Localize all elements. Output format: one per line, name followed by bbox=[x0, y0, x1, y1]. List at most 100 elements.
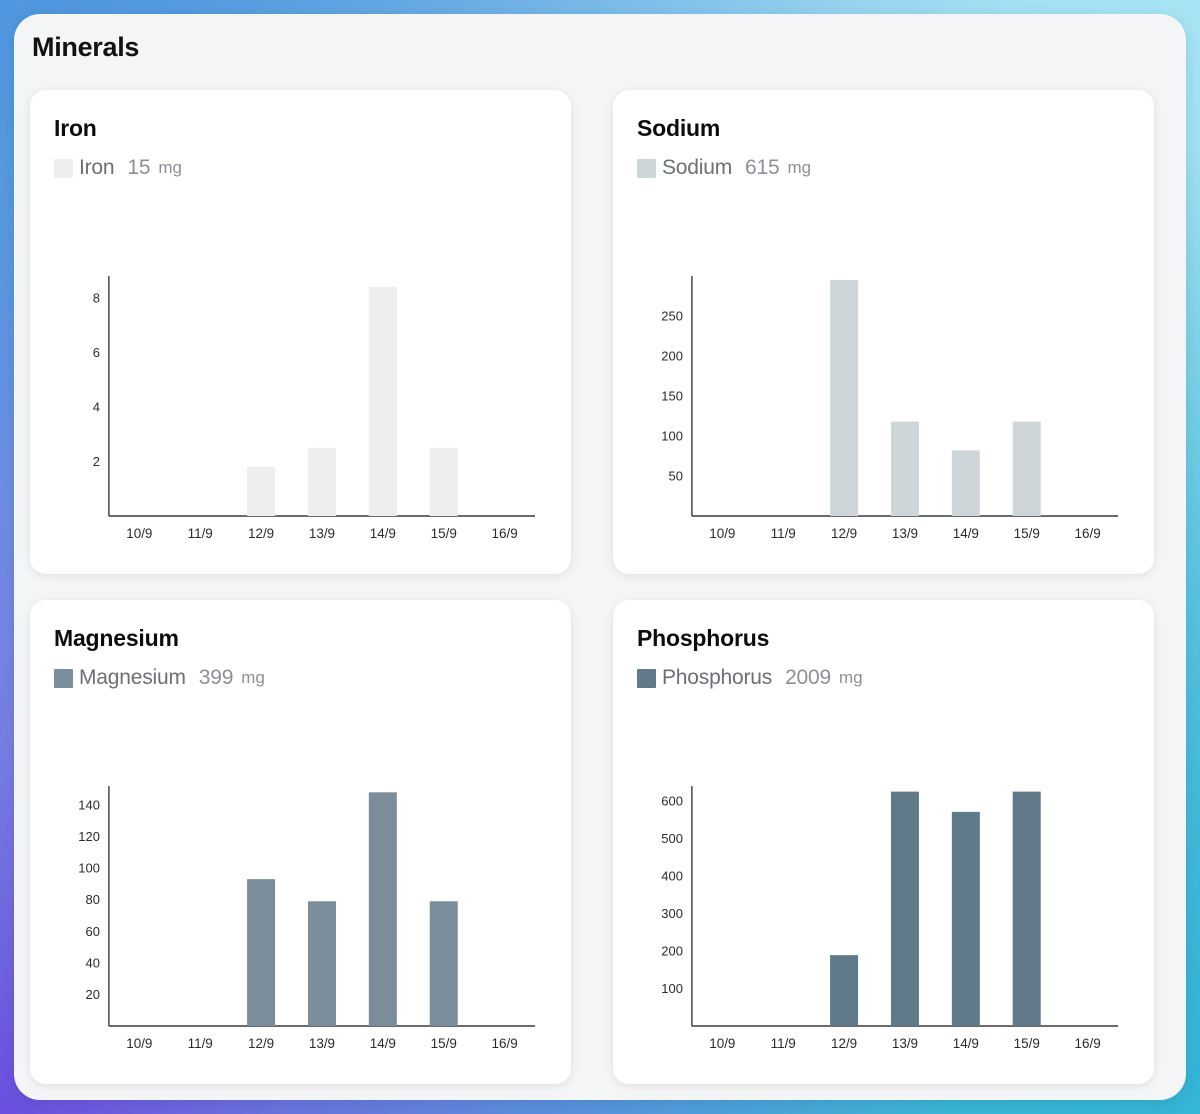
x-tick-label: 14/9 bbox=[370, 526, 396, 541]
minerals-panel: Minerals Iron Iron 15 mg 2 4 6 8 10/9 11/9 12/9 13/… bbox=[14, 14, 1186, 1100]
bar[interactable] bbox=[830, 280, 859, 516]
y-tick-label: 100 bbox=[661, 981, 683, 996]
bar[interactable] bbox=[951, 811, 980, 1026]
x-tick-label: 11/9 bbox=[771, 526, 796, 541]
chart-legend-phosphorus[interactable]: Phosphorus 2009 mg bbox=[637, 666, 1130, 690]
legend-label-sodium: Sodium bbox=[662, 156, 733, 180]
bar-chart-magnesium[interactable]: 20 40 60 80 100 120 140 10/9 11/9 12/9 13/9 14/9 15/… bbox=[54, 768, 553, 1068]
x-tick-label: 12/9 bbox=[831, 526, 857, 541]
legend-unit-sodium: mg bbox=[787, 158, 812, 178]
y-tick-label: 500 bbox=[661, 831, 683, 846]
legend-label-iron: Iron bbox=[79, 156, 115, 180]
mineral-card-iron[interactable]: Iron Iron 15 mg 2 4 6 8 10/9 11/9 12/9 13/9 14/9 15/9… bbox=[30, 90, 571, 574]
x-tick-label: 15/9 bbox=[1014, 1036, 1040, 1051]
x-tick-label: 13/9 bbox=[892, 1036, 918, 1051]
bar-chart-phosphorus[interactable]: 100 200 300 400 500 600 10/9 11/9 12/9 13/9 14/9 15… bbox=[637, 768, 1136, 1068]
bar[interactable] bbox=[890, 791, 919, 1026]
y-tick-label: 120 bbox=[78, 829, 100, 844]
y-tick-label: 600 bbox=[661, 793, 683, 808]
legend-value-magnesium: 399 bbox=[198, 666, 234, 690]
page-title: Minerals bbox=[32, 32, 140, 62]
y-tick-label: 300 bbox=[661, 906, 683, 921]
bar[interactable] bbox=[368, 286, 397, 516]
chart-legend-magnesium[interactable]: Magnesium 399 mg bbox=[54, 666, 547, 690]
bar[interactable] bbox=[830, 955, 859, 1026]
x-tick-label: 14/9 bbox=[370, 1036, 396, 1051]
y-tick-label: 40 bbox=[85, 955, 99, 970]
card-title-iron: Iron bbox=[54, 115, 97, 141]
legend-value-iron: 15 bbox=[127, 156, 151, 180]
chart-legend-sodium[interactable]: Sodium 615 mg bbox=[637, 156, 1130, 180]
legend-swatch-icon bbox=[637, 668, 656, 688]
y-tick-label: 60 bbox=[85, 924, 99, 939]
y-tick-label: 200 bbox=[661, 348, 683, 363]
card-title-phosphorus: Phosphorus bbox=[637, 625, 770, 651]
y-tick-label: 250 bbox=[661, 308, 683, 323]
x-tick-label: 12/9 bbox=[248, 1036, 274, 1051]
bar[interactable] bbox=[247, 466, 276, 516]
bar[interactable] bbox=[429, 447, 458, 516]
bar[interactable] bbox=[951, 450, 980, 516]
x-tick-label: 11/9 bbox=[188, 526, 213, 541]
x-tick-label: 16/9 bbox=[1075, 1036, 1101, 1051]
x-tick-label: 14/9 bbox=[953, 1036, 979, 1051]
bar[interactable] bbox=[890, 421, 919, 516]
y-tick-label: 20 bbox=[85, 987, 99, 1002]
legend-unit-phosphorus: mg bbox=[839, 668, 863, 688]
x-tick-label: 10/9 bbox=[709, 526, 735, 541]
bar[interactable] bbox=[429, 901, 458, 1026]
x-tick-label: 16/9 bbox=[492, 526, 518, 541]
x-tick-label: 11/9 bbox=[188, 1036, 213, 1051]
x-tick-label: 14/9 bbox=[953, 526, 979, 541]
y-tick-label: 80 bbox=[85, 892, 99, 907]
card-title-sodium: Sodium bbox=[637, 115, 721, 141]
y-tick-label: 100 bbox=[661, 428, 683, 443]
chart-legend-iron[interactable]: Iron 15 mg bbox=[54, 156, 547, 180]
mineral-card-phosphorus[interactable]: Phosphorus Phosphorus 2009 mg 100 200 300 400 50… bbox=[613, 600, 1154, 1084]
legend-value-phosphorus: 2009 bbox=[785, 666, 831, 690]
x-tick-label: 10/9 bbox=[126, 1036, 152, 1051]
y-tick-label: 2 bbox=[93, 454, 100, 469]
y-tick-label: 400 bbox=[661, 868, 683, 883]
x-tick-label: 13/9 bbox=[309, 526, 335, 541]
y-tick-label: 150 bbox=[661, 388, 683, 403]
mineral-card-grid: Iron Iron 15 mg 2 4 6 8 10/9 11/9 12/9 13/9 14/9 15/9… bbox=[30, 90, 1170, 1084]
bar-chart-sodium[interactable]: 50 100 150 200 250 10/9 11/9 12/9 13/9 14/9 15/9 16… bbox=[637, 258, 1136, 558]
x-tick-label: 11/9 bbox=[771, 1036, 796, 1051]
bar[interactable] bbox=[307, 447, 336, 516]
bar-chart-iron[interactable]: 2 4 6 8 10/9 11/9 12/9 13/9 14/9 15/9 16/9 bbox=[54, 258, 553, 558]
x-tick-label: 13/9 bbox=[309, 1036, 335, 1051]
mineral-card-sodium[interactable]: Sodium Sodium 615 mg 50 100 150 200 250 10/9 11/9 1… bbox=[613, 90, 1154, 574]
x-tick-label: 12/9 bbox=[248, 526, 274, 541]
bar[interactable] bbox=[1012, 791, 1041, 1026]
y-tick-label: 200 bbox=[661, 943, 683, 958]
x-tick-label: 15/9 bbox=[431, 1036, 457, 1051]
x-tick-label: 16/9 bbox=[1075, 526, 1101, 541]
legend-value-sodium: 615 bbox=[745, 156, 780, 180]
y-tick-label: 50 bbox=[668, 468, 682, 483]
mineral-card-magnesium[interactable]: Magnesium Magnesium 399 mg 20 40 60 80 100 120 140… bbox=[30, 600, 571, 1084]
x-tick-label: 13/9 bbox=[892, 526, 918, 541]
legend-swatch-icon bbox=[54, 668, 73, 688]
x-tick-label: 10/9 bbox=[709, 1036, 735, 1051]
y-tick-label: 8 bbox=[93, 290, 100, 305]
y-tick-label: 4 bbox=[93, 399, 100, 414]
y-tick-label: 140 bbox=[78, 797, 100, 812]
legend-swatch-icon bbox=[54, 158, 73, 178]
x-tick-label: 16/9 bbox=[492, 1036, 518, 1051]
bar[interactable] bbox=[1012, 421, 1041, 516]
x-tick-label: 10/9 bbox=[126, 526, 152, 541]
card-title-magnesium: Magnesium bbox=[54, 625, 179, 651]
y-tick-label: 100 bbox=[78, 861, 100, 876]
legend-label-phosphorus: Phosphorus bbox=[662, 666, 773, 690]
x-tick-label: 12/9 bbox=[831, 1036, 857, 1051]
bar[interactable] bbox=[307, 901, 336, 1026]
legend-swatch-icon bbox=[637, 158, 656, 178]
bar[interactable] bbox=[368, 792, 397, 1026]
legend-unit-iron: mg bbox=[158, 158, 182, 178]
x-tick-label: 15/9 bbox=[431, 526, 457, 541]
legend-unit-magnesium: mg bbox=[241, 668, 265, 688]
legend-label-magnesium: Magnesium bbox=[79, 666, 186, 690]
x-tick-label: 15/9 bbox=[1014, 526, 1040, 541]
bar[interactable] bbox=[247, 879, 276, 1026]
